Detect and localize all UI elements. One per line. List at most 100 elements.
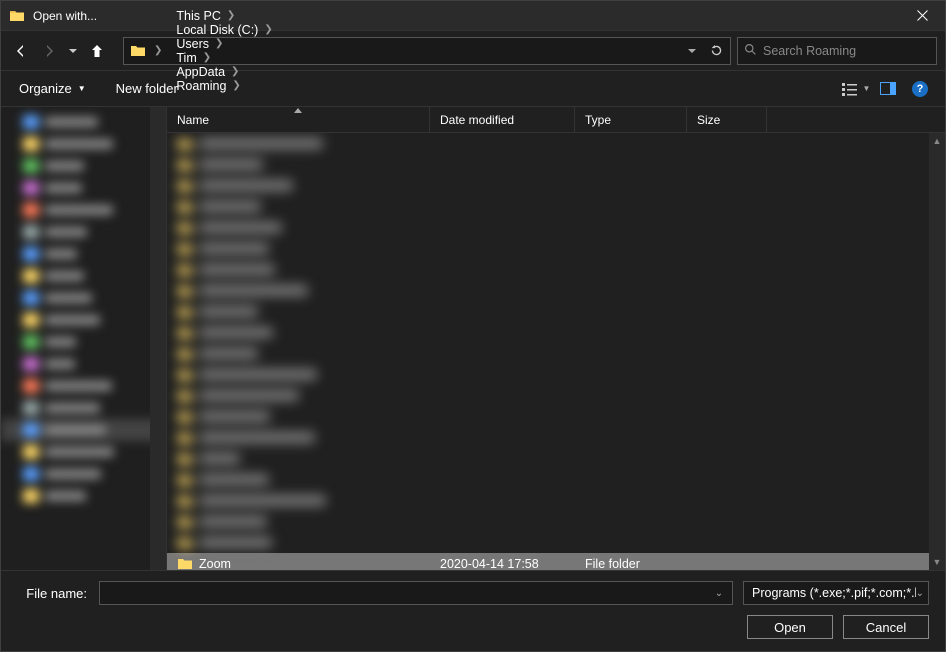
filename-input[interactable]: ⌄ [99, 581, 733, 605]
chevron-right-icon: ❯ [231, 66, 239, 77]
address-bar-row: ❯ This PC❯Local Disk (C:)❯Users❯Tim❯AppD… [1, 31, 945, 71]
column-header-type[interactable]: Type [575, 107, 687, 132]
chevron-down-icon[interactable]: ⌄ [710, 588, 728, 599]
file-row-blurred[interactable] [167, 490, 945, 511]
up-button[interactable] [85, 39, 109, 63]
refresh-button[interactable] [704, 39, 728, 63]
file-type: File folder [575, 557, 687, 571]
file-name: Zoom [199, 557, 231, 571]
titlebar: Open with... [1, 1, 945, 31]
file-row-selected[interactable]: Zoom 2020-04-14 17:58 File folder [167, 553, 945, 570]
file-row-blurred[interactable] [167, 364, 945, 385]
search-placeholder: Search Roaming [763, 44, 856, 58]
file-row-blurred[interactable] [167, 385, 945, 406]
file-list: Name Date modified Type Size Zoom [167, 107, 945, 570]
preview-pane-button[interactable] [873, 77, 903, 101]
chevron-down-icon: ▼ [78, 84, 86, 93]
back-button[interactable] [9, 39, 33, 63]
address-bar[interactable]: ❯ This PC❯Local Disk (C:)❯Users❯Tim❯AppD… [123, 37, 731, 65]
file-row-blurred[interactable] [167, 133, 945, 154]
breadcrumb-item[interactable]: Local Disk (C:)❯ [168, 23, 278, 37]
close-button[interactable] [900, 1, 945, 31]
open-button[interactable]: Open [747, 615, 833, 639]
tree-item[interactable] [1, 419, 166, 441]
organize-button[interactable]: Organize ▼ [11, 77, 94, 100]
organize-label: Organize [19, 81, 72, 96]
tree-item[interactable] [1, 375, 166, 397]
tree-item[interactable] [1, 133, 166, 155]
file-row-blurred[interactable] [167, 343, 945, 364]
breadcrumb-item[interactable]: Users❯ [168, 37, 278, 51]
filename-text-field[interactable] [104, 585, 710, 602]
file-row-blurred[interactable] [167, 280, 945, 301]
navigation-tree[interactable] [1, 107, 167, 570]
tree-item[interactable] [1, 397, 166, 419]
tree-item[interactable] [1, 441, 166, 463]
file-row-blurred[interactable] [167, 301, 945, 322]
breadcrumb-item[interactable]: Roaming❯ [168, 79, 278, 93]
folder-icon [130, 43, 146, 59]
chevron-right-icon: ❯ [264, 24, 272, 35]
scroll-up-icon[interactable]: ▲ [929, 133, 945, 149]
dialog-footer: File name: ⌄ Programs (*.exe;*.pif;*.com… [1, 570, 945, 651]
tree-item[interactable] [1, 353, 166, 375]
file-row-blurred[interactable] [167, 322, 945, 343]
file-row-blurred[interactable] [167, 217, 945, 238]
folder-icon [9, 8, 25, 24]
file-row-blurred[interactable] [167, 238, 945, 259]
tree-item[interactable] [1, 155, 166, 177]
toolbar: Organize ▼ New folder ▼ ? [1, 71, 945, 107]
filter-label: Programs (*.exe;*.pif;*.com;*.bat) [752, 586, 916, 600]
file-row-blurred[interactable] [167, 406, 945, 427]
chevron-right-icon: ❯ [215, 38, 223, 49]
filename-label: File name: [17, 586, 87, 601]
column-header-date[interactable]: Date modified [430, 107, 575, 132]
file-type-filter[interactable]: Programs (*.exe;*.pif;*.com;*.bat) ⌄ [743, 581, 929, 605]
breadcrumb-item[interactable]: AppData❯ [168, 65, 278, 79]
tree-scrollbar[interactable] [150, 107, 166, 570]
file-row-blurred[interactable] [167, 196, 945, 217]
file-row-blurred[interactable] [167, 259, 945, 280]
help-button[interactable]: ? [905, 77, 935, 101]
file-row-blurred[interactable] [167, 154, 945, 175]
breadcrumb-item[interactable]: Tim❯ [168, 51, 278, 65]
breadcrumb-item[interactable]: This PC❯ [168, 9, 278, 23]
tree-item[interactable] [1, 265, 166, 287]
forward-button[interactable] [37, 39, 61, 63]
chevron-right-icon: ❯ [203, 52, 211, 63]
tree-item[interactable] [1, 485, 166, 507]
recent-locations-button[interactable] [65, 39, 81, 63]
tree-item[interactable] [1, 309, 166, 331]
cancel-button[interactable]: Cancel [843, 615, 929, 639]
chevron-right-icon: ❯ [227, 10, 235, 21]
tree-item[interactable] [1, 243, 166, 265]
chevron-right-icon: ❯ [232, 80, 240, 91]
file-row-blurred[interactable] [167, 469, 945, 490]
scroll-down-icon[interactable]: ▼ [929, 554, 945, 570]
tree-item[interactable] [1, 221, 166, 243]
address-dropdown-button[interactable] [680, 39, 704, 63]
column-header-size[interactable]: Size [687, 107, 767, 132]
folder-icon [177, 557, 193, 571]
file-row-blurred[interactable] [167, 175, 945, 196]
search-input[interactable]: Search Roaming [737, 37, 937, 65]
column-header-name[interactable]: Name [167, 107, 430, 132]
file-row-blurred[interactable] [167, 448, 945, 469]
dialog-body: Name Date modified Type Size Zoom [1, 107, 945, 570]
search-icon [744, 43, 757, 59]
list-scrollbar[interactable]: ▲ ▼ [929, 133, 945, 570]
tree-item[interactable] [1, 111, 166, 133]
tree-item[interactable] [1, 463, 166, 485]
tree-item[interactable] [1, 287, 166, 309]
tree-item[interactable] [1, 177, 166, 199]
tree-item[interactable] [1, 331, 166, 353]
chevron-right-icon[interactable]: ❯ [148, 45, 168, 56]
view-options-button[interactable]: ▼ [841, 77, 871, 101]
tree-item[interactable] [1, 199, 166, 221]
file-row-blurred[interactable] [167, 511, 945, 532]
column-headers: Name Date modified Type Size [167, 107, 945, 133]
file-row-blurred[interactable] [167, 427, 945, 448]
open-dialog: Open with... ❯ This PC❯Local Disk (C:)❯U… [0, 0, 946, 652]
file-row-blurred[interactable] [167, 532, 945, 553]
file-date: 2020-04-14 17:58 [430, 557, 575, 571]
